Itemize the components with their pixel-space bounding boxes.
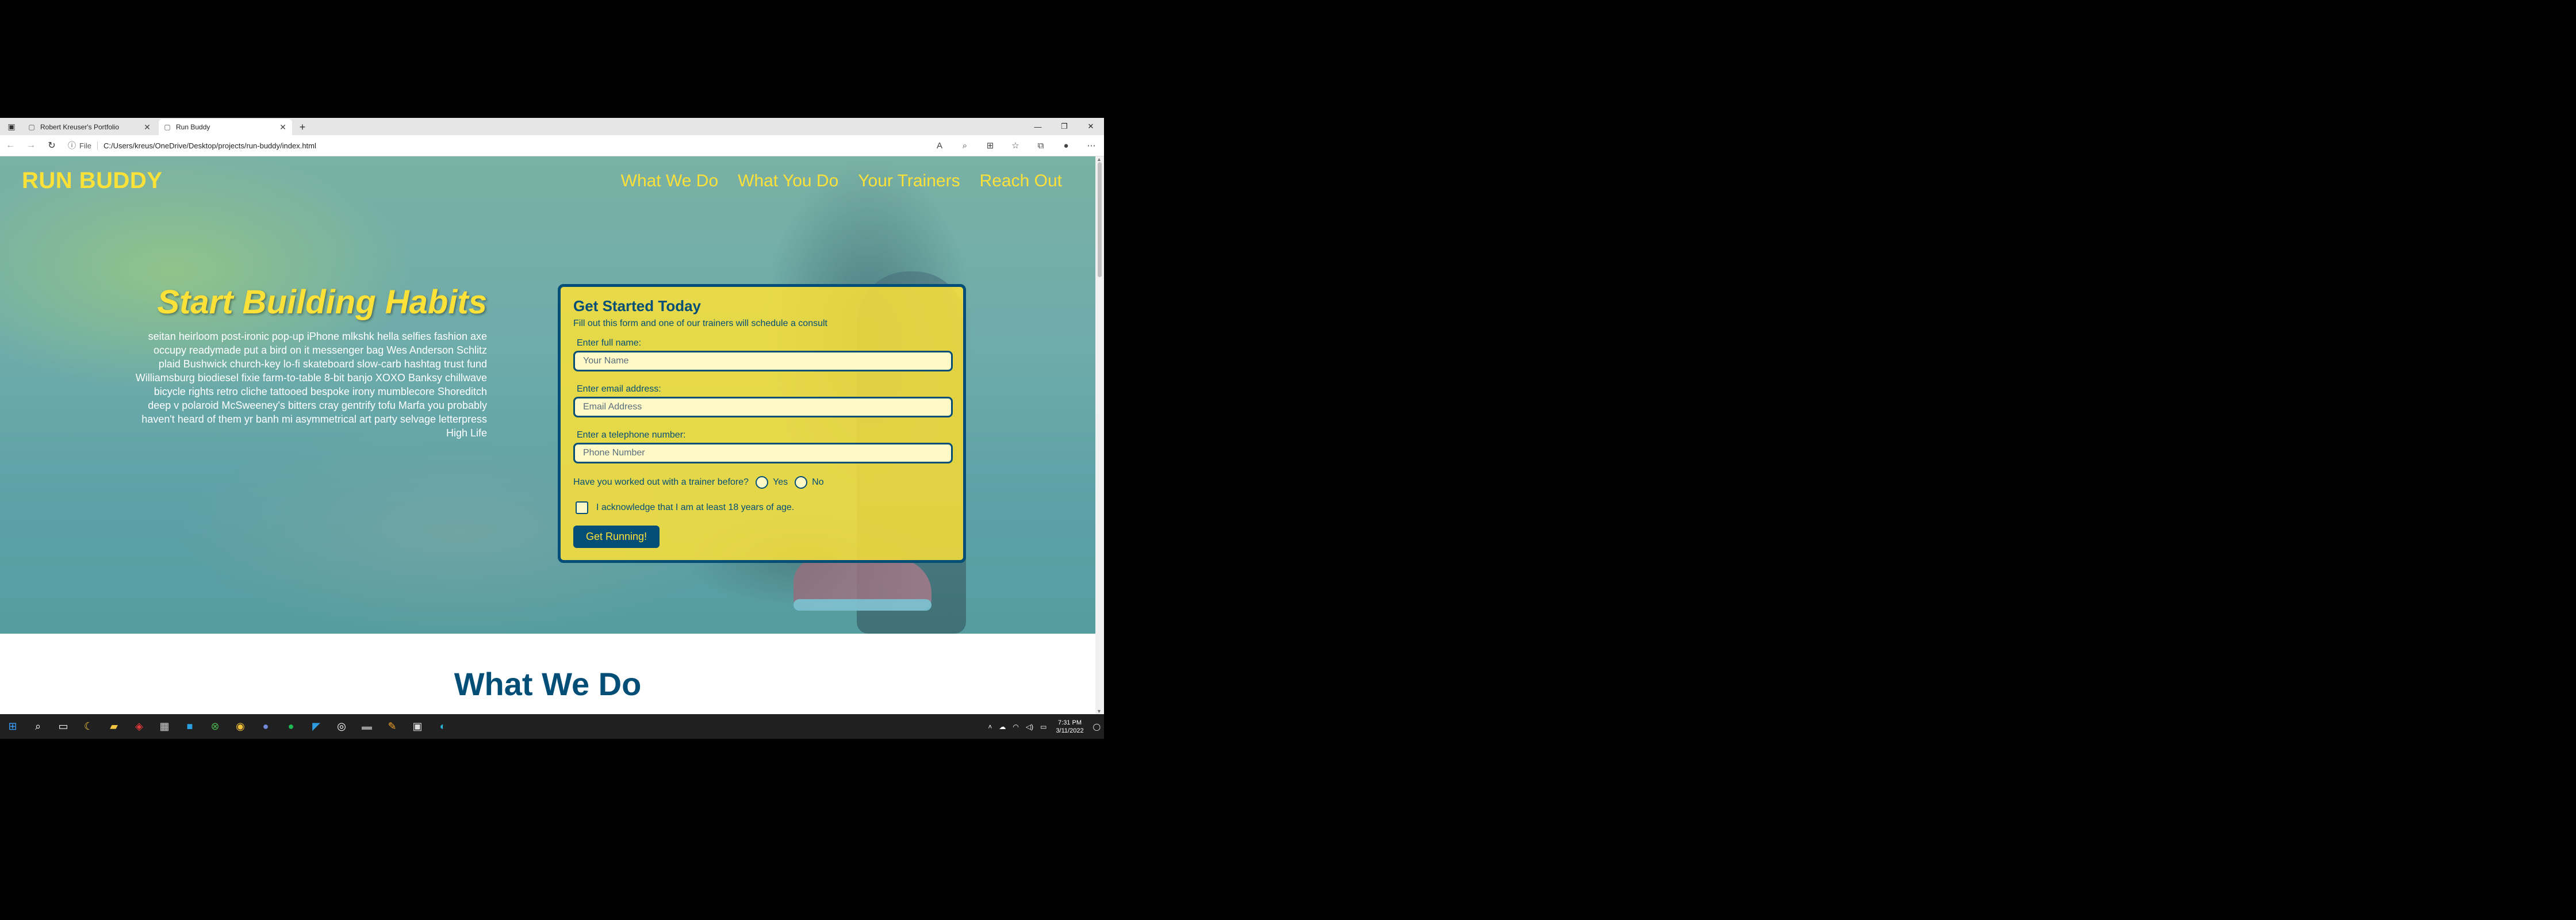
app-icon[interactable]: ▬ <box>354 714 379 739</box>
hero-background-shoe-sole <box>793 599 931 611</box>
yes-radio[interactable] <box>756 476 769 489</box>
trainer-question: Have you worked out with a trainer befor… <box>573 477 749 487</box>
hero-background-shoe <box>793 559 931 611</box>
clock-time: 7:31 PM <box>1058 719 1082 726</box>
browser-toolbar: ← → ↻ ⓘ File C:/Users/kreus/OneDrive/Des… <box>0 135 1104 156</box>
notifications-icon[interactable]: ◯ <box>1090 723 1104 731</box>
back-button[interactable]: ← <box>0 135 21 156</box>
wifi-icon[interactable]: ◠ <box>1009 723 1022 731</box>
nav-what-you-do[interactable]: What You Do <box>738 171 838 191</box>
nav-reach-out[interactable]: Reach Out <box>980 171 1062 191</box>
hero-intro: Start Building Habits seitan heirloom po… <box>132 283 487 440</box>
search-icon[interactable]: ⌕ <box>25 714 51 739</box>
age-ack-row: I acknowledge that I am at least 18 year… <box>573 501 950 514</box>
nav-what-we-do[interactable]: What We Do <box>621 171 719 191</box>
system-tray: ˄ ☁ ◠ ◁) ▭ 7:31 PM 3/11/2022 ◯ <box>984 719 1104 735</box>
spotify-icon[interactable]: ● <box>278 714 304 739</box>
nav-your-trainers[interactable]: Your Trainers <box>858 171 960 191</box>
favorites-icon[interactable]: ☆ <box>1003 135 1028 156</box>
scroll-up-icon[interactable]: ▲ <box>1097 156 1102 162</box>
chevron-up-icon[interactable]: ˄ <box>984 723 995 731</box>
discord-icon[interactable]: ● <box>253 714 278 739</box>
phone-input[interactable] <box>573 443 953 463</box>
hero-heading: Start Building Habits <box>157 283 487 321</box>
cloud-icon[interactable]: ☁ <box>995 723 1009 731</box>
name-label: Enter full name: <box>577 338 642 348</box>
clock[interactable]: 7:31 PM 3/11/2022 <box>1050 719 1089 735</box>
site-nav: What We Do What You Do Your Trainers Rea… <box>621 171 1062 191</box>
app-l-icon[interactable]: ■ <box>177 714 202 739</box>
address-scheme: File <box>79 141 98 150</box>
no-radio[interactable] <box>795 476 808 489</box>
no-label: No <box>812 477 824 487</box>
name-input[interactable] <box>573 351 953 371</box>
terminal-icon[interactable]: ▣ <box>405 714 430 739</box>
app-available-icon[interactable]: ⊞ <box>977 135 1003 156</box>
address-url[interactable]: C:/Users/kreus/OneDrive/Desktop/projects… <box>103 141 316 150</box>
page-scrollbar[interactable]: ▲ ▼ <box>1095 156 1104 714</box>
profile-icon[interactable]: ● <box>1053 135 1079 156</box>
submit-button[interactable]: Get Running! <box>573 526 660 548</box>
tab-portfolio[interactable]: ▢ Robert Kreuser's Portfolio ✕ <box>23 119 156 135</box>
restore-icon[interactable]: ❐ <box>1051 118 1078 135</box>
clock-date: 3/11/2022 <box>1056 727 1084 734</box>
forward-button[interactable]: → <box>21 135 41 156</box>
xbox-icon[interactable]: ⊗ <box>202 714 228 739</box>
desktop-screen: ▣ ▢ Robert Kreuser's Portfolio ✕ ▢ Run B… <box>0 118 1104 739</box>
page-viewport: RUN BUDDY What We Do What You Do Your Tr… <box>0 156 1095 714</box>
age-ack-label: I acknowledge that I am at least 18 year… <box>596 503 795 512</box>
age-checkbox[interactable] <box>576 501 588 514</box>
toolbar-icons: A ⌕ ⊞ ☆ ⧉ ● ⋯ <box>927 135 1104 156</box>
info-icon[interactable]: ⓘ <box>68 140 76 151</box>
email-input[interactable] <box>573 397 953 417</box>
more-options-icon[interactable]: ⋯ <box>1079 135 1104 156</box>
hero-body: seitan heirloom post-ironic pop-up iPhon… <box>135 331 487 439</box>
signup-form: Get Started Today Fill out this form and… <box>558 284 966 563</box>
read-aloud-icon[interactable]: A <box>927 135 952 156</box>
file-explorer-icon[interactable]: ▰ <box>101 714 126 739</box>
close-window-icon[interactable]: ✕ <box>1078 118 1104 135</box>
zoom-icon[interactable]: ⌕ <box>952 135 977 156</box>
mcafee-icon[interactable]: ◈ <box>126 714 152 739</box>
phone-label: Enter a telephone number: <box>577 430 686 440</box>
vscode-icon[interactable]: ◤ <box>304 714 329 739</box>
windows-taskbar: ⊞ ⌕ ▭ ☾ ▰ ◈ ▦ ■ ⊗ ◉ ● ● ◤ ◎ ▬ ✎ ▣ ◐ ˄ ☁ … <box>0 714 1104 739</box>
browser-tab-bar: ▣ ▢ Robert Kreuser's Portfolio ✕ ▢ Run B… <box>0 118 1104 135</box>
tab-actions-icon[interactable]: ▣ <box>0 118 23 135</box>
section-title: What We Do <box>454 666 642 702</box>
yes-label: Yes <box>773 477 788 487</box>
minimize-icon[interactable]: — <box>1025 118 1051 135</box>
task-view-icon[interactable]: ▭ <box>51 714 76 739</box>
edge-icon[interactable]: ◐ <box>430 714 455 739</box>
scroll-down-icon[interactable]: ▼ <box>1097 708 1102 714</box>
weather-icon[interactable]: ☾ <box>76 714 101 739</box>
address-bar[interactable]: ⓘ File C:/Users/kreus/OneDrive/Desktop/p… <box>68 137 890 154</box>
close-icon[interactable]: ✕ <box>143 122 152 132</box>
calculator-icon[interactable]: ▦ <box>152 714 177 739</box>
page-icon: ▢ <box>164 123 171 131</box>
volume-icon[interactable]: ◁) <box>1022 723 1037 731</box>
scrollbar-thumb[interactable] <box>1098 162 1102 277</box>
trainer-question-row: Have you worked out with a trainer befor… <box>573 476 950 489</box>
site-logo[interactable]: RUN BUDDY <box>22 168 163 194</box>
chrome-icon[interactable]: ◉ <box>228 714 253 739</box>
start-icon[interactable]: ⊞ <box>0 714 25 739</box>
battery-icon[interactable]: ▭ <box>1037 723 1050 731</box>
hero-section: RUN BUDDY What We Do What You Do Your Tr… <box>0 156 1095 634</box>
form-subtitle: Fill out this form and one of our traine… <box>573 319 827 328</box>
page-icon: ▢ <box>28 123 35 131</box>
email-label: Enter email address: <box>577 384 661 394</box>
collections-icon[interactable]: ⧉ <box>1028 135 1053 156</box>
window-controls: — ❐ ✕ <box>1025 118 1104 135</box>
new-tab-button[interactable]: + <box>294 119 310 135</box>
close-icon[interactable]: ✕ <box>278 122 288 132</box>
tab-title: Run Buddy <box>176 123 210 131</box>
paint-icon[interactable]: ✎ <box>379 714 405 739</box>
refresh-button[interactable]: ↻ <box>41 135 62 156</box>
form-title: Get Started Today <box>573 297 702 315</box>
tab-run-buddy[interactable]: ▢ Run Buddy ✕ <box>159 119 292 135</box>
tab-title: Robert Kreuser's Portfolio <box>40 123 120 131</box>
github-icon[interactable]: ◎ <box>329 714 354 739</box>
